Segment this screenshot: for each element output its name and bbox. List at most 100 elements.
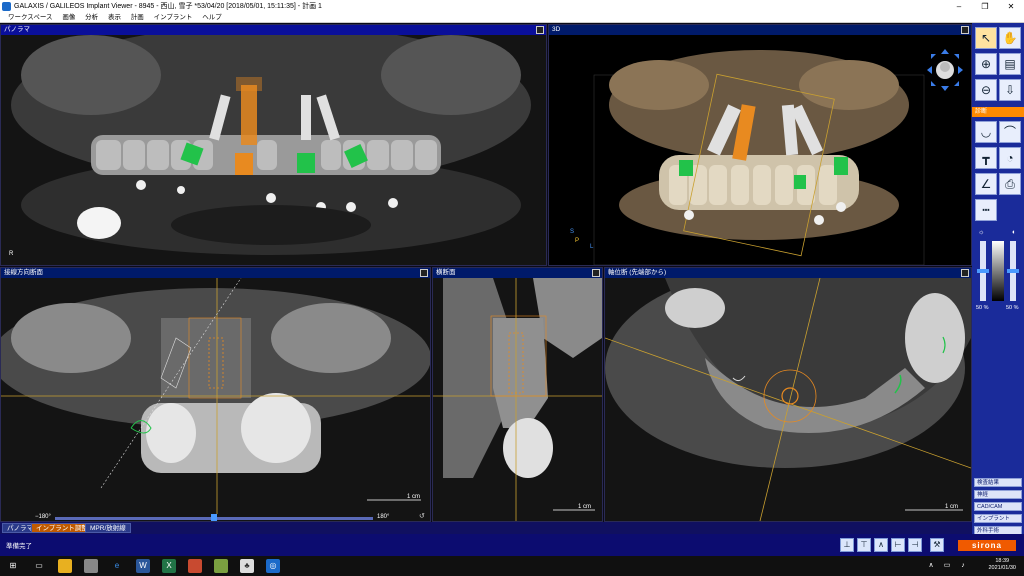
panorama-image[interactable]: R bbox=[1, 35, 546, 265]
app-cloud-icon[interactable] bbox=[84, 559, 98, 573]
angle-reset-icon[interactable]: ↺ bbox=[419, 512, 429, 521]
menu-analysis[interactable]: 分析 bbox=[85, 14, 98, 21]
galaxis-taskbar-icon[interactable]: ◎ bbox=[266, 559, 280, 573]
view3d-image[interactable]: S P L bbox=[549, 35, 971, 265]
menu-plan[interactable]: 計画 bbox=[131, 14, 144, 21]
crosssection-header: 横断面 bbox=[433, 268, 602, 278]
brightness-slider-thumb[interactable] bbox=[977, 269, 989, 273]
axial-header: 軸位断 (先端部から) bbox=[605, 268, 971, 278]
patient-app-icon[interactable] bbox=[214, 559, 228, 573]
tab-implant-adjust[interactable]: インプラント調整 bbox=[31, 523, 93, 533]
brightness-icon: ☼ bbox=[978, 229, 985, 236]
app-icon bbox=[2, 2, 11, 11]
edge-browser-icon[interactable]: e bbox=[110, 559, 124, 573]
volume-icon[interactable]: ♪ bbox=[956, 559, 970, 573]
menu-bar: ワークスペース 画像 分析 表示 計画 インプラント ヘルプ bbox=[0, 13, 1024, 23]
panorama-header: パノラマ bbox=[1, 25, 546, 35]
start-menu-icon[interactable]: ⊞ bbox=[6, 559, 20, 573]
taskbar: ⊞ ▭ e W X ♣ ◎ ∧ ▭ ♪ 18:39 2021/01/30 bbox=[0, 556, 1024, 576]
view3d-panel[interactable]: 3D S P L bbox=[548, 24, 972, 266]
crosssection-maximize-icon[interactable] bbox=[592, 269, 600, 277]
axial-panel[interactable]: 軸位断 (先端部から) 1 cm bbox=[604, 267, 972, 522]
image-app-icon[interactable] bbox=[188, 559, 202, 573]
tab-mpr-radiology[interactable]: MPR/放射線 bbox=[85, 523, 131, 533]
file-explorer-icon[interactable] bbox=[58, 559, 72, 573]
crosssection-image[interactable]: 1 cm bbox=[433, 278, 602, 521]
tangential-panel[interactable]: 接線方向断面 1 cm −180° 180° ↺ bbox=[0, 267, 431, 522]
implant-tool-3-icon[interactable]: ∧ bbox=[874, 538, 888, 552]
implant-tool-2-icon[interactable]: ⊤ bbox=[857, 538, 871, 552]
network-icon[interactable]: ▭ bbox=[940, 559, 954, 573]
clock-date: 2021/01/30 bbox=[988, 565, 1016, 571]
length-scale-icon[interactable]: ┅ bbox=[975, 199, 997, 221]
implant-tool-4-icon[interactable]: ⊢ bbox=[891, 538, 905, 552]
clock-time: 18:39 bbox=[995, 558, 1010, 564]
axial-maximize-icon[interactable] bbox=[961, 269, 969, 277]
taskbar-clock[interactable]: 18:39 2021/01/30 bbox=[988, 558, 1016, 572]
angle-slider-thumb[interactable] bbox=[211, 514, 217, 521]
ruler-measure-icon[interactable]: ┳ bbox=[975, 147, 997, 169]
tray-arrow-icon[interactable]: ∧ bbox=[924, 559, 938, 573]
tangential-maximize-icon[interactable] bbox=[420, 269, 428, 277]
tangential-header: 接線方向断面 bbox=[1, 268, 430, 278]
sidebar-button-nerve[interactable]: 神経 bbox=[974, 490, 1022, 499]
axial-title: 軸位断 (先端部から) bbox=[608, 269, 667, 276]
axial-image[interactable]: 1 cm bbox=[605, 278, 971, 521]
pan-hand-tool-icon[interactable]: ✋ bbox=[999, 27, 1021, 49]
implant-tool-5-icon[interactable]: ⊣ bbox=[908, 538, 922, 552]
crosssection-scale-label: 1 cm bbox=[578, 504, 592, 510]
crosssection-panel[interactable]: 横断面 1 cm bbox=[432, 267, 603, 522]
implant-tool-1-icon[interactable]: ⊥ bbox=[840, 538, 854, 552]
menu-implant[interactable]: インプラント bbox=[154, 14, 193, 21]
axis-p-label: P bbox=[575, 238, 580, 244]
task-view-icon[interactable]: ▭ bbox=[32, 559, 46, 573]
contrast-slider-thumb[interactable] bbox=[1007, 269, 1019, 273]
angle-measure-icon[interactable]: ∠ bbox=[975, 173, 997, 195]
contrast-icon: ◐ bbox=[1012, 229, 1017, 236]
contrast-value: 50 % bbox=[1006, 305, 1019, 311]
word-icon[interactable]: W bbox=[136, 559, 150, 573]
view3d-header: 3D bbox=[549, 25, 971, 35]
view-tabs: パノラマ インプラント調整 MPR/放射線 bbox=[0, 522, 972, 534]
tangential-scale-label: 1 cm bbox=[407, 494, 421, 500]
crosssection-title: 横断面 bbox=[436, 269, 456, 276]
zoom-out-icon[interactable]: ⊖ bbox=[975, 79, 997, 101]
sidebar-button-findings[interactable]: 検査結果 bbox=[974, 478, 1022, 487]
sidebar-button-implant[interactable]: インプラント bbox=[974, 514, 1022, 523]
export-icon[interactable]: ⇩ bbox=[999, 79, 1021, 101]
minimize-button[interactable]: ‒ bbox=[946, 0, 972, 13]
zoom-in-icon[interactable]: ⊕ bbox=[975, 53, 997, 75]
axial-scale-label: 1 cm bbox=[945, 504, 959, 510]
close-button[interactable]: ✕ bbox=[998, 0, 1024, 13]
menu-image[interactable]: 画像 bbox=[62, 14, 75, 21]
angle-min-label: −180° bbox=[35, 514, 51, 520]
nerve-tool-icon[interactable]: ⌒ bbox=[999, 121, 1021, 143]
view3d-maximize-icon[interactable] bbox=[961, 26, 969, 34]
sweep-measure-icon[interactable]: ◔ bbox=[999, 147, 1021, 169]
brand-logo: sirona bbox=[958, 540, 1016, 551]
sidebar-section-title: 診断 bbox=[972, 107, 1024, 117]
tangential-image[interactable]: 1 cm −180° 180° ↺ bbox=[1, 278, 430, 521]
axis-l-label: L bbox=[590, 244, 594, 250]
panorama-panel[interactable]: パノラマ R bbox=[0, 24, 547, 266]
implant-tool-6-icon[interactable]: ⚒ bbox=[930, 538, 944, 552]
tooth-app-icon[interactable]: ♣ bbox=[240, 559, 254, 573]
status-text: 準備完了 bbox=[6, 543, 32, 550]
printer-icon[interactable]: ⎙ bbox=[999, 173, 1021, 195]
maximize-button[interactable]: ❐ bbox=[972, 0, 998, 13]
sidebar-button-cadcam[interactable]: CAD/CAM bbox=[974, 502, 1022, 511]
title-bar: GALAXIS / GALILEOS Implant Viewer - 8945… bbox=[0, 0, 1024, 13]
excel-icon[interactable]: X bbox=[162, 559, 176, 573]
menu-help[interactable]: ヘルプ bbox=[202, 14, 222, 21]
rotation-cube-icon[interactable] bbox=[925, 45, 965, 95]
tangential-title: 接線方向断面 bbox=[4, 269, 43, 276]
panorama-orientation-label: R bbox=[9, 251, 14, 257]
dental-arch-icon[interactable]: ◡ bbox=[975, 121, 997, 143]
window-title: GALAXIS / GALILEOS Implant Viewer - 8945… bbox=[14, 3, 322, 10]
tool-sidebar: ↖ ✋ ⊕ ▤ ⊖ ⇩ 診断 ◡ ⌒ ┳ ◔ ∠ ⎙ ┅ ☼ ◐ 50 % 50… bbox=[972, 23, 1024, 543]
panorama-maximize-icon[interactable] bbox=[536, 26, 544, 34]
menu-view[interactable]: 表示 bbox=[108, 14, 121, 21]
menu-workspace[interactable]: ワークスペース bbox=[8, 14, 53, 21]
pointer-tool-icon[interactable]: ↖ bbox=[975, 27, 997, 49]
clipboard-icon[interactable]: ▤ bbox=[999, 53, 1021, 75]
